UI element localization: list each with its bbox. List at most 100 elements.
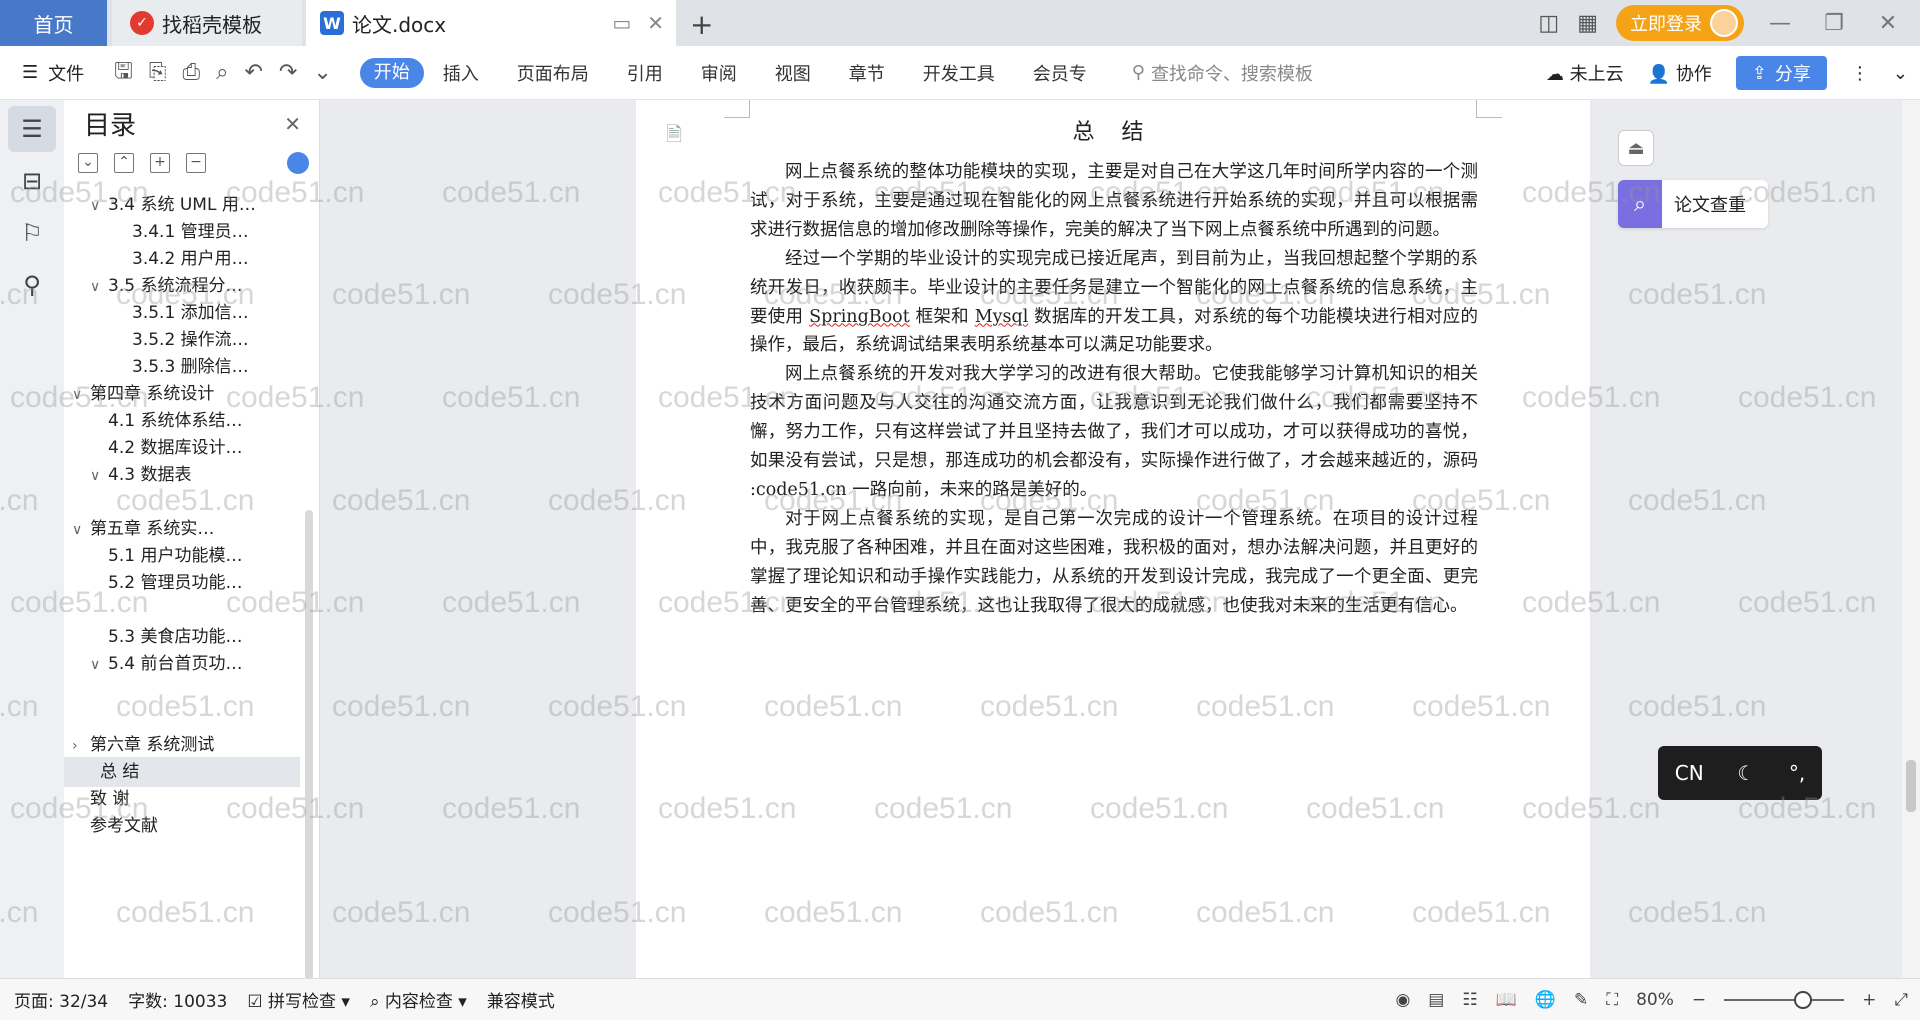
toc-item[interactable]: 3.4.1 管理员…: [64, 217, 300, 247]
toc-item[interactable]: 3.5.1 添加信…: [64, 298, 300, 328]
tab-document[interactable]: W 论文.docx ▭ ✕: [306, 0, 676, 46]
toc-item[interactable]: 致 谢: [64, 784, 300, 814]
bookmark-icon[interactable]: ⚐: [8, 210, 56, 256]
remove-heading-icon[interactable]: −: [186, 153, 206, 173]
toc-item[interactable]: ∨ 5.4 前台首页功…: [64, 649, 300, 679]
tab-references[interactable]: 引用: [608, 60, 682, 86]
login-button[interactable]: 立即登录: [1616, 5, 1744, 41]
document-body[interactable]: 网上点餐系统的整体功能模块的实现，主要是对自己在大学这几年时间所学内容的一个测试…: [750, 158, 1478, 621]
undo-icon[interactable]: ↶: [244, 60, 262, 85]
toc-item[interactable]: 3.4.2 用户用…: [64, 244, 300, 274]
toc-item[interactable]: ∨ 第四章 系统设计: [64, 379, 300, 409]
expand-all-icon[interactable]: ⌄: [78, 153, 98, 173]
tab-view[interactable]: 视图: [756, 60, 830, 86]
toc-item[interactable]: 4.1 系统体系结…: [64, 406, 300, 436]
add-heading-icon[interactable]: +: [150, 153, 170, 173]
outline-icon[interactable]: ☰: [8, 106, 56, 152]
moon-icon[interactable]: ☾: [1737, 761, 1755, 785]
close-window-icon[interactable]: ✕: [1870, 11, 1906, 36]
toc-item[interactable]: 5.1 用户功能模…: [64, 541, 300, 571]
collapse-all-icon[interactable]: ⌃: [114, 153, 134, 173]
eye-icon[interactable]: ◉: [1395, 990, 1410, 1010]
chevron-icon[interactable]: ∨: [90, 650, 108, 680]
toc-scrollbar[interactable]: [305, 510, 313, 980]
vertical-scrollbar[interactable]: [1902, 100, 1920, 978]
close-tab-icon[interactable]: ✕: [647, 11, 664, 35]
reading-view-icon[interactable]: 📖: [1496, 990, 1517, 1010]
collab-button[interactable]: 👤 协作: [1648, 60, 1712, 86]
tab-developer[interactable]: 开发工具: [904, 60, 1014, 86]
redo-icon[interactable]: ↷: [279, 60, 297, 85]
toc-item-label: 5.2 管理员功能…: [108, 573, 243, 593]
fullscreen-icon[interactable]: ⤢: [1894, 990, 1908, 1010]
chevron-down-icon[interactable]: ⌄: [313, 60, 331, 85]
spelling-flag[interactable]: Mysql: [975, 307, 1029, 327]
export-pdf-icon[interactable]: ⎘: [149, 60, 167, 85]
fit-page-icon[interactable]: ⛶: [1606, 990, 1618, 1010]
command-search[interactable]: ⚲ 查找命令、搜索模板: [1132, 60, 1313, 86]
zoom-in-icon[interactable]: +: [1862, 990, 1876, 1010]
tab-review[interactable]: 审阅: [682, 60, 756, 86]
close-icon[interactable]: ✕: [284, 112, 301, 136]
toc-item[interactable]: 3.5.3 删除信…: [64, 352, 300, 382]
tab-template[interactable]: ✓ 找稻壳模板: [112, 0, 302, 46]
cloud-status[interactable]: ☁ 未上云: [1546, 60, 1624, 86]
toc-item[interactable]: 5.2 管理员功能…: [64, 568, 300, 598]
document-page[interactable]: 🗎 总 结 网上点餐系统的整体功能模块的实现，主要是对自己在大学这几年时间所学内…: [636, 100, 1590, 978]
zoom-out-icon[interactable]: −: [1692, 990, 1706, 1010]
zoom-level[interactable]: 80%: [1636, 990, 1674, 1010]
tab-chapter[interactable]: 章节: [830, 60, 904, 86]
toc-item[interactable]: ∨ 3.4 系统 UML 用…: [64, 190, 300, 220]
tab-home-ribbon[interactable]: 开始: [359, 57, 424, 88]
find-icon[interactable]: ⚲: [8, 262, 56, 308]
spelling-flag[interactable]: SpringBoot: [809, 307, 910, 327]
file-menu[interactable]: ☰ 文件: [0, 60, 84, 86]
collapse-panel-icon[interactable]: ⏏: [1618, 130, 1654, 166]
new-tab-button[interactable]: +: [690, 8, 713, 41]
ime-widget[interactable]: CN ☾ °,: [1658, 746, 1822, 800]
print-icon[interactable]: ⎙: [183, 60, 201, 85]
toc-item-label: 第四章 系统设计: [90, 384, 215, 404]
toc-item[interactable]: 参考文献: [64, 811, 300, 841]
content-check-button[interactable]: ⌕ 内容检查 ▾: [370, 987, 467, 1012]
spell-check-button[interactable]: ☑ 拼写检查 ▾: [247, 987, 350, 1012]
save-icon[interactable]: 🖫: [114, 54, 133, 92]
ai-assistant-icon[interactable]: [287, 152, 309, 174]
toc-item[interactable]: ∨ 4.3 数据表: [64, 460, 300, 490]
share-button[interactable]: ⇪ 分享: [1735, 56, 1827, 90]
toc-item[interactable]: 3.5.2 操作流…: [64, 325, 300, 355]
zoom-knob[interactable]: [1794, 991, 1813, 1009]
grid-apps-icon[interactable]: ▦: [1577, 11, 1598, 36]
tab-page-layout[interactable]: 页面布局: [498, 60, 608, 86]
tab-member[interactable]: 会员专: [1014, 60, 1106, 86]
tab-insert[interactable]: 插入: [424, 60, 498, 86]
outline-view-icon[interactable]: ☷: [1462, 990, 1477, 1010]
word-count[interactable]: 字数: 10033: [128, 987, 227, 1012]
toc-item[interactable]: 4.2 数据库设计…: [64, 433, 300, 463]
toc-item[interactable]: › 第六章 系统测试: [64, 730, 300, 760]
web-view-icon[interactable]: 🌐: [1535, 990, 1556, 1010]
toc-item[interactable]: ∨ 3.5 系统流程分…: [64, 271, 300, 301]
restore-icon[interactable]: ❐: [1816, 11, 1852, 36]
tab-home[interactable]: 首页: [0, 0, 107, 46]
navigation-icon[interactable]: ⊟: [8, 158, 56, 204]
page-count[interactable]: 页面: 32/34: [14, 987, 108, 1012]
toc-item[interactable]: 总 结: [64, 757, 300, 787]
collapse-ribbon-icon[interactable]: ⌄: [1893, 63, 1908, 84]
paper-check-button[interactable]: ⌕ 论文查重: [1618, 180, 1768, 228]
file-label: 文件: [48, 63, 85, 85]
punctuation-icon[interactable]: °,: [1789, 761, 1805, 785]
scroll-thumb[interactable]: [1906, 760, 1916, 812]
monitor-icon[interactable]: ▭: [612, 11, 631, 35]
ime-language[interactable]: CN: [1675, 761, 1704, 785]
toc-item[interactable]: ∨ 第五章 系统实…: [64, 514, 300, 544]
zoom-slider[interactable]: [1724, 991, 1845, 1009]
pen-icon[interactable]: ✎: [1574, 990, 1588, 1010]
minimize-icon[interactable]: —: [1762, 11, 1798, 36]
more-icon[interactable]: ⋮: [1851, 63, 1869, 84]
page-view-icon[interactable]: ▤: [1428, 990, 1444, 1010]
layout-icon[interactable]: ◫: [1538, 11, 1559, 36]
toc-item[interactable]: 5.3 美食店功能…: [64, 622, 300, 652]
chevron-icon[interactable]: ∨: [90, 461, 108, 491]
print-preview-icon[interactable]: ⌕: [216, 60, 228, 85]
